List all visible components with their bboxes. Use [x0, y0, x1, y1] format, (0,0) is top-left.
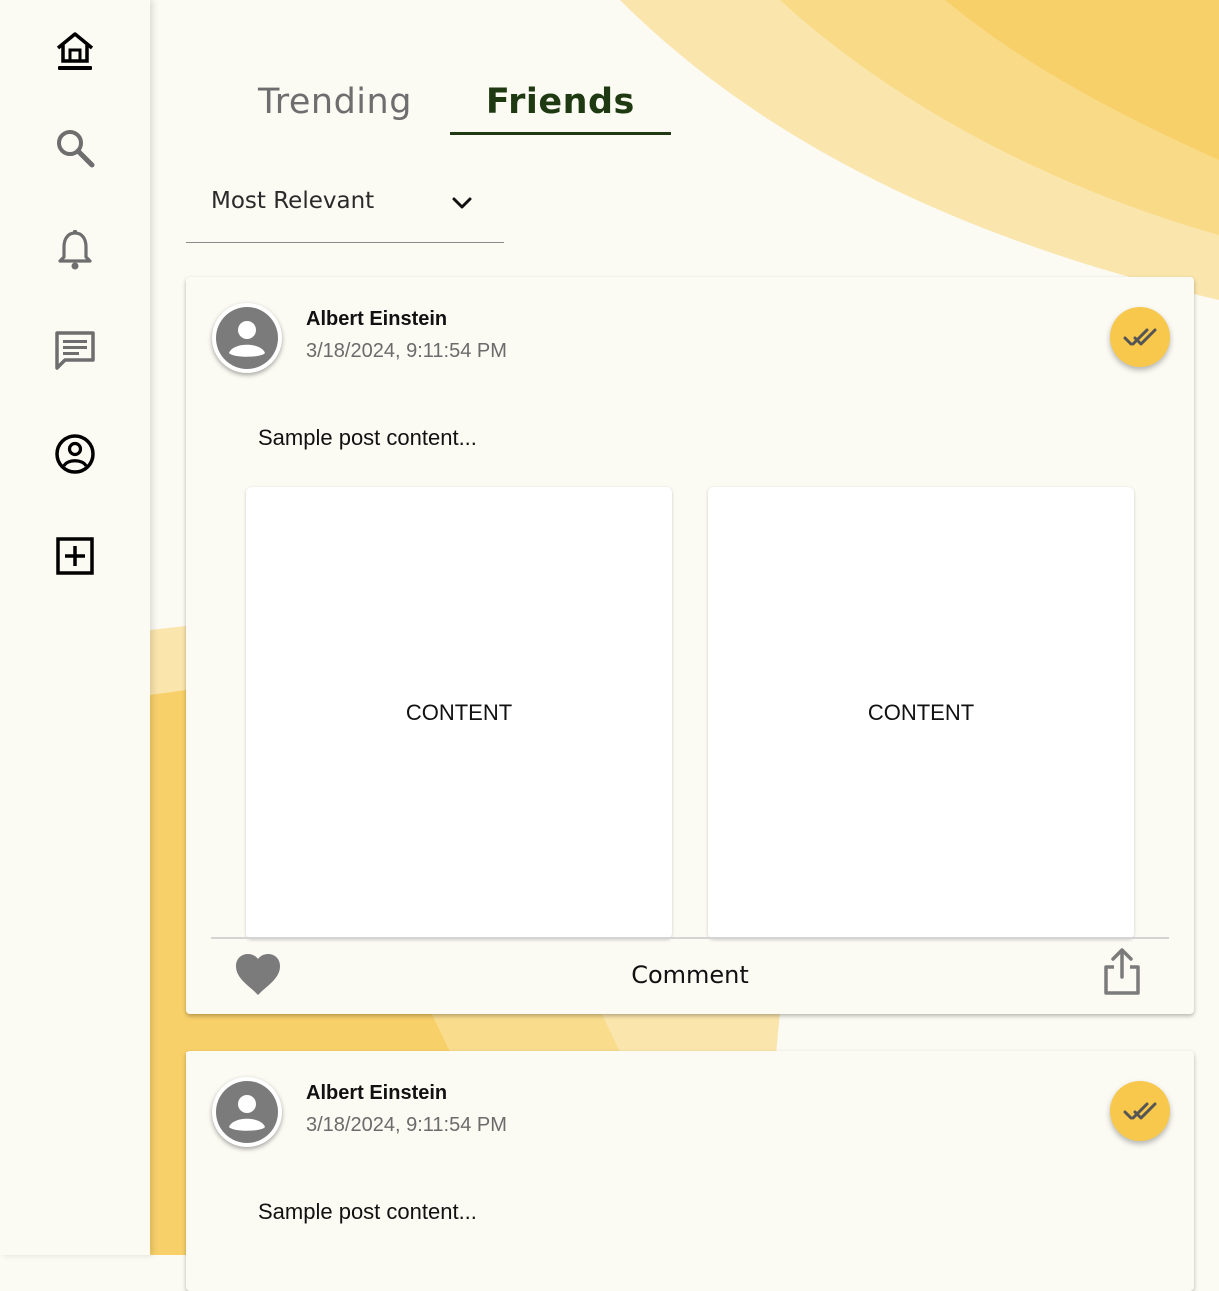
comment-button[interactable]: Comment: [598, 961, 782, 989]
mark-read-button[interactable]: [1110, 307, 1170, 367]
media-tile[interactable]: CONTENT: [708, 487, 1134, 939]
nav-search[interactable]: [50, 123, 100, 173]
feed-tabs: Trending Friends: [230, 78, 671, 135]
chat-icon: [55, 331, 95, 370]
heart-icon[interactable]: [234, 953, 282, 997]
nav-messages[interactable]: [50, 325, 100, 375]
sort-select[interactable]: Most Relevant: [186, 172, 504, 243]
media-label: CONTENT: [867, 700, 975, 725]
add-post-icon: [56, 537, 94, 575]
post-content: Sample post content...: [258, 1199, 477, 1224]
media-tile[interactable]: CONTENT: [246, 487, 672, 939]
media-label: CONTENT: [405, 700, 513, 725]
chevron-down-icon: [452, 197, 472, 209]
sidebar: [0, 0, 150, 1255]
sort-selected-value: Most Relevant: [211, 188, 375, 214]
user-avatar-icon: [216, 307, 278, 369]
avatar[interactable]: [212, 1077, 282, 1147]
double-check-icon: [1123, 328, 1157, 346]
bell-icon: [58, 230, 92, 270]
home-icon: [56, 32, 94, 70]
post-author[interactable]: Albert Einstein: [306, 308, 447, 331]
post-card: Albert Einstein 3/18/2024, 9:11:54 PM Sa…: [186, 1051, 1194, 1291]
search-icon: [57, 130, 95, 168]
post-timestamp: 3/18/2024, 9:11:54 PM: [306, 1114, 507, 1136]
tab-trending[interactable]: Trending: [230, 78, 440, 135]
avatar[interactable]: [212, 303, 282, 373]
tab-friends[interactable]: Friends: [449, 78, 671, 135]
post-content: Sample post content...: [258, 425, 477, 450]
user-avatar-icon: [216, 1081, 278, 1143]
post-author[interactable]: Albert Einstein: [306, 1082, 447, 1105]
post-card: Albert Einstein 3/18/2024, 9:11:54 PM Sa…: [186, 277, 1194, 1014]
profile-icon: [55, 434, 95, 474]
nav-add-post[interactable]: [50, 531, 100, 581]
nav-notifications[interactable]: [50, 225, 100, 275]
nav-profile[interactable]: [50, 429, 100, 479]
post-timestamp: 3/18/2024, 9:11:54 PM: [306, 340, 507, 362]
nav-home[interactable]: [50, 25, 100, 75]
post-divider: [211, 937, 1169, 939]
double-check-icon: [1123, 1102, 1157, 1120]
mark-read-button[interactable]: [1110, 1081, 1170, 1141]
share-icon[interactable]: [1100, 947, 1144, 997]
